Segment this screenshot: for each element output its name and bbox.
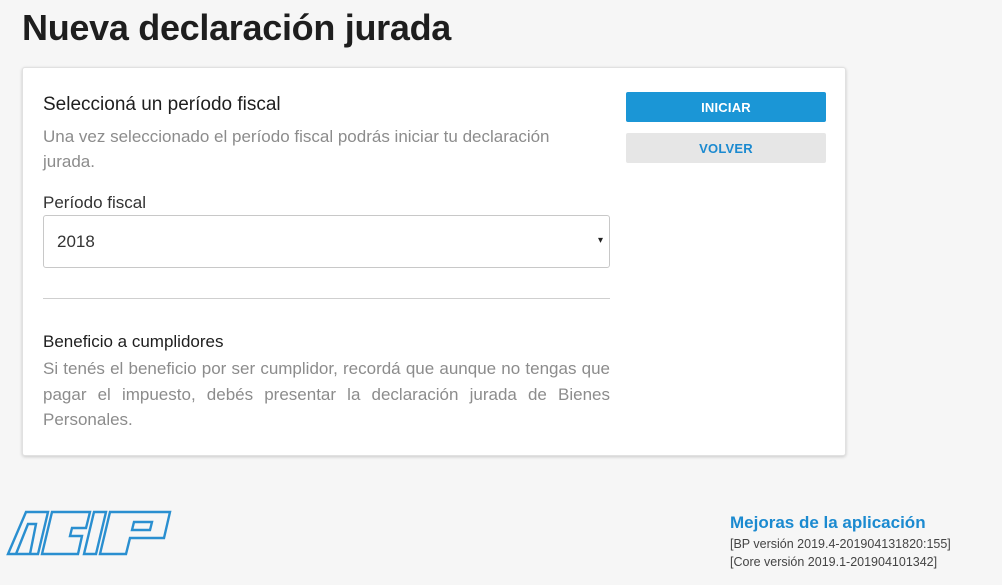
fiscal-period-selected-value: 2018 bbox=[57, 232, 95, 251]
fiscal-period-card: Seleccioná un período fiscal Una vez sel… bbox=[22, 67, 846, 456]
section-title: Seleccioná un período fiscal bbox=[43, 94, 281, 115]
back-button[interactable]: VOLVER bbox=[626, 133, 826, 163]
fiscal-period-select[interactable]: 2018 ▾ bbox=[43, 215, 610, 268]
afip-logo-icon bbox=[6, 510, 172, 556]
benefit-title: Beneficio a cumplidores bbox=[43, 332, 224, 351]
improvements-link[interactable]: Mejoras de la aplicación bbox=[730, 513, 990, 533]
benefit-description: Si tenés el beneficio por ser cumplidor,… bbox=[43, 359, 610, 429]
footer-info: Mejoras de la aplicación [BP versión 201… bbox=[730, 513, 990, 571]
page-title: Nueva declaración jurada bbox=[22, 7, 451, 48]
afip-logo bbox=[6, 510, 172, 556]
page: Nueva declaración jurada Seleccioná un p… bbox=[0, 0, 1002, 585]
start-button[interactable]: INICIAR bbox=[626, 92, 826, 122]
section-divider bbox=[43, 298, 610, 299]
period-field-label: Período fiscal bbox=[43, 193, 146, 212]
section-description: Una vez seleccionado el período fiscal p… bbox=[43, 127, 550, 171]
caret-down-icon: ▾ bbox=[597, 235, 603, 246]
bp-version: [BP versión 2019.4-201904131820:155] bbox=[730, 537, 951, 551]
core-version: [Core versión 2019.1-201904101342] bbox=[730, 555, 938, 569]
